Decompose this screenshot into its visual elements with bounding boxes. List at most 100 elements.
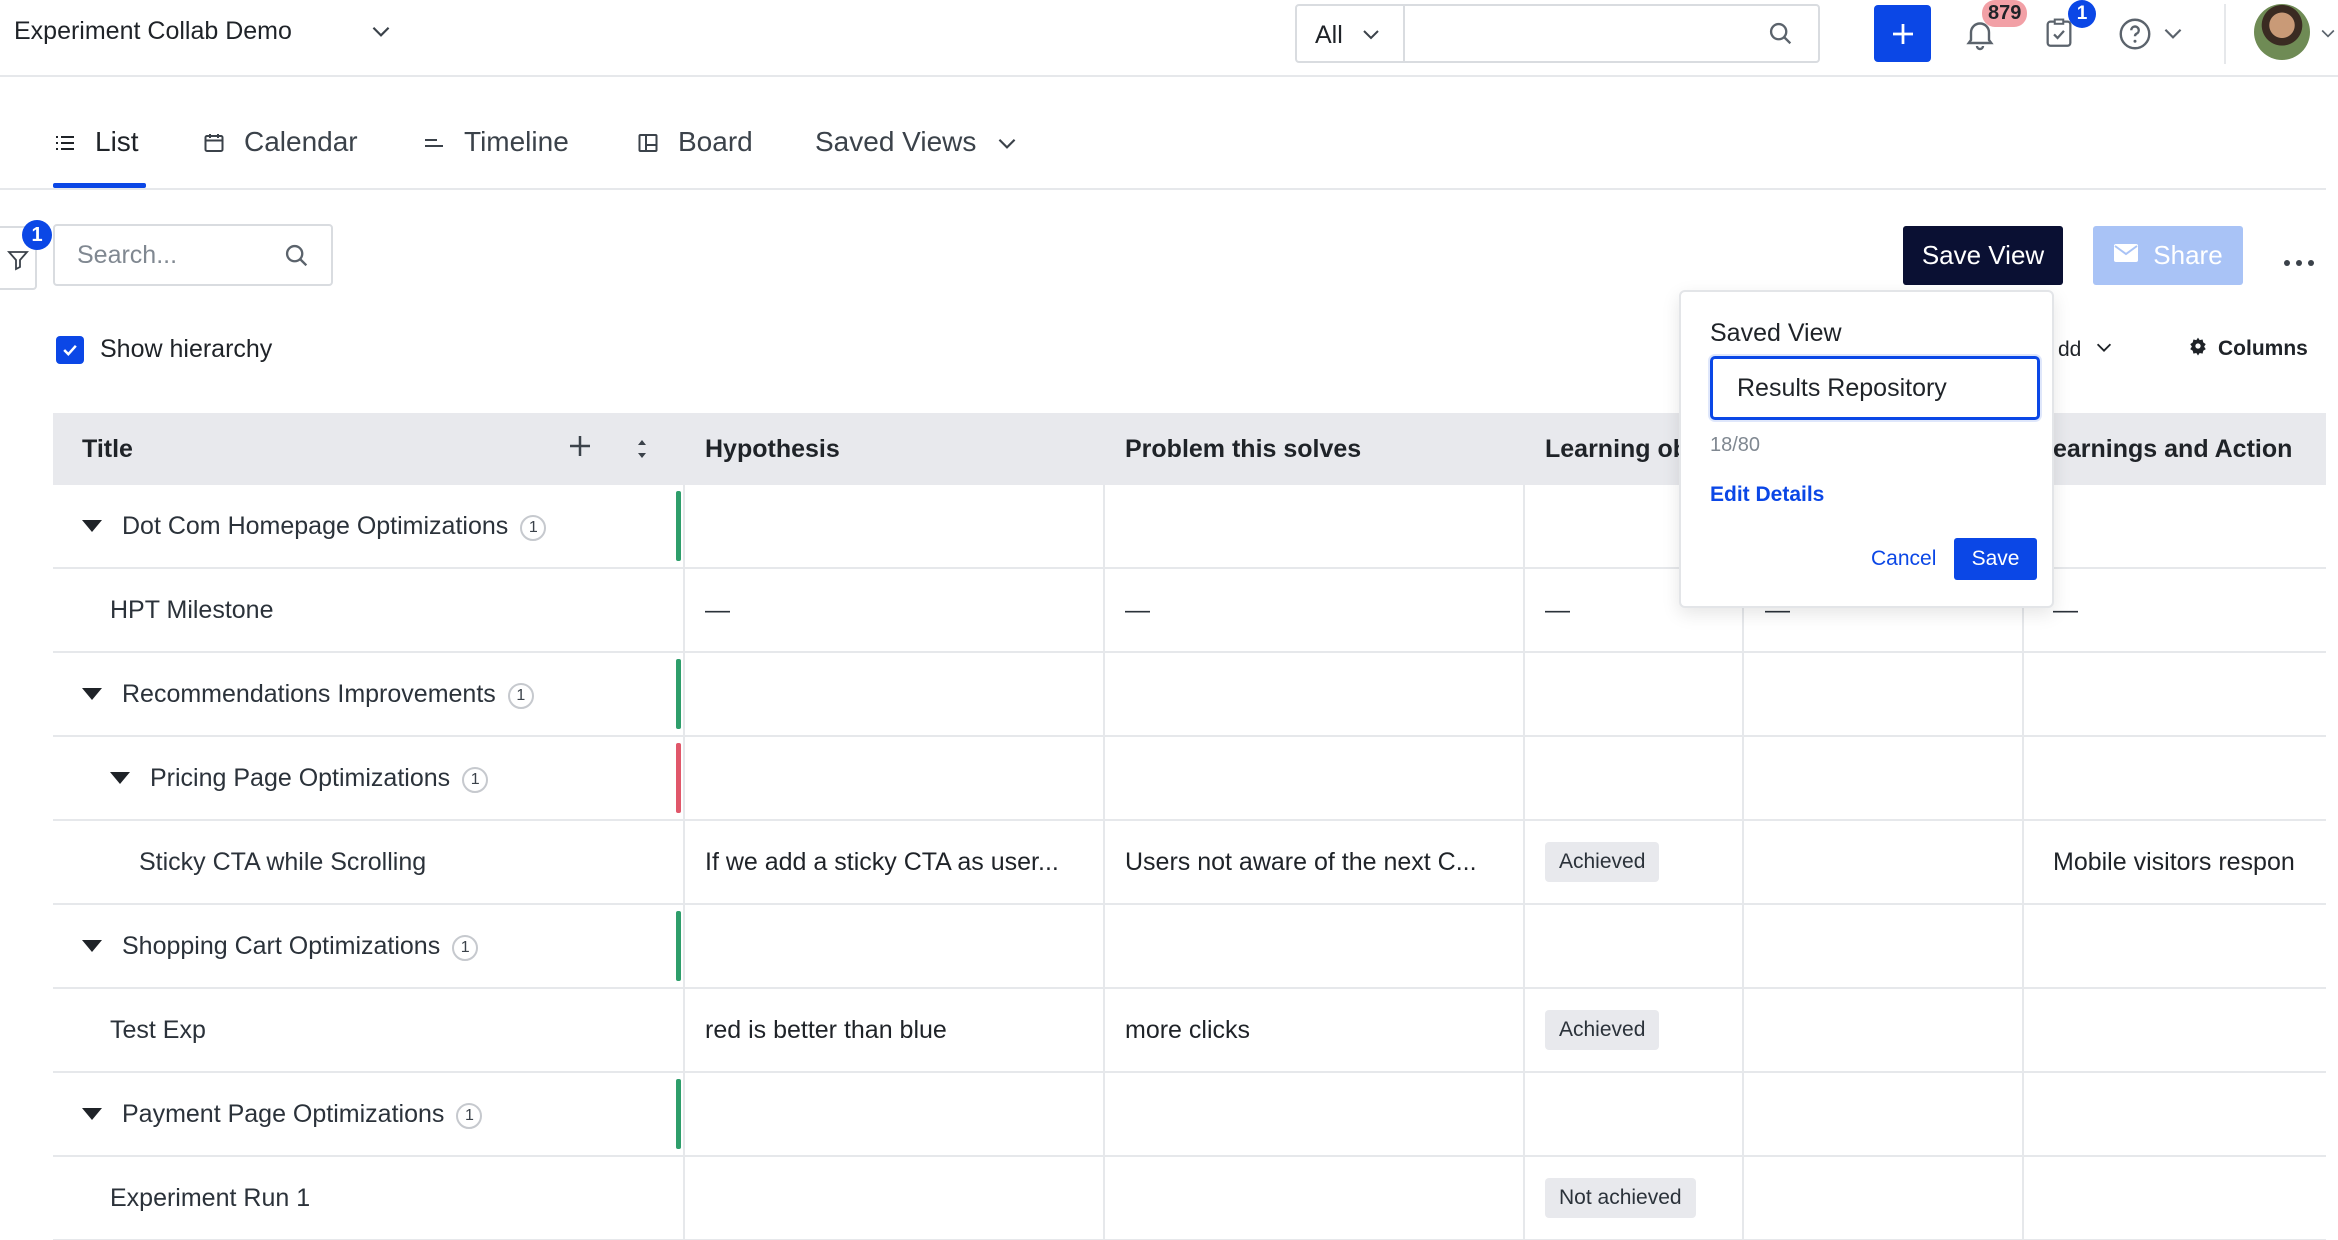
search-icon[interactable]: [283, 242, 311, 277]
add-row-plus-icon[interactable]: [565, 431, 595, 468]
show-hierarchy-checkbox[interactable]: [56, 335, 84, 364]
divider: [2224, 4, 2226, 64]
gear-icon: [2188, 336, 2208, 362]
share-button[interactable]: Share: [2093, 226, 2243, 285]
column-header-title[interactable]: Title: [82, 435, 133, 464]
popover-title: Saved View: [1710, 319, 1842, 347]
title-cell[interactable]: Dot Com Homepage Optimizations 1: [82, 485, 547, 567]
hypothesis-cell[interactable]: red is better than blue: [705, 989, 1105, 1071]
tab-calendar[interactable]: Calendar: [202, 126, 358, 186]
avatar-chevron-down-icon[interactable]: [2318, 20, 2338, 53]
learning-cell[interactable]: Not achieved: [1545, 1157, 1745, 1239]
column-header-learnings-action[interactable]: earnings and Action: [2053, 435, 2292, 464]
row-title[interactable]: Shopping Cart Optimizations: [122, 932, 440, 961]
row-title[interactable]: HPT Milestone: [110, 596, 274, 625]
column-header-problem[interactable]: Problem this solves: [1125, 435, 1361, 464]
active-tab-indicator: [53, 183, 146, 188]
tab-list[interactable]: List: [53, 126, 139, 186]
cancel-button[interactable]: Cancel: [1871, 547, 1936, 571]
table-row[interactable]: Test Exp red is better than blue more clic…: [53, 989, 2326, 1073]
title-cell[interactable]: Sticky CTA while Scrolling: [139, 821, 426, 903]
list-icon: [53, 130, 77, 162]
row-title[interactable]: Dot Com Homepage Optimizations: [122, 512, 508, 541]
problem-cell[interactable]: Users not aware of the next C...: [1125, 821, 1525, 903]
project-name[interactable]: Experiment Collab Demo: [14, 17, 292, 46]
table-row[interactable]: Experiment Run 1 Not achieved: [53, 1157, 2326, 1240]
edit-details-link[interactable]: Edit Details: [1710, 483, 1824, 507]
filter-icon: [6, 248, 30, 279]
columns-button[interactable]: Columns: [2188, 336, 2308, 362]
project-chevron-down-icon[interactable]: [368, 18, 394, 51]
title-cell[interactable]: Experiment Run 1: [110, 1157, 310, 1239]
user-avatar[interactable]: [2254, 4, 2310, 60]
list-search-input[interactable]: [77, 238, 277, 272]
tab-timeline[interactable]: Timeline: [422, 126, 569, 186]
table-row[interactable]: Recommendations Improvements 1: [53, 653, 2326, 737]
plus-icon: [1892, 23, 1913, 44]
tab-label: Saved Views: [815, 126, 977, 157]
help-icon[interactable]: [2117, 16, 2153, 59]
global-search-input[interactable]: [1417, 16, 1747, 52]
learnings-action-cell[interactable]: —: [2053, 569, 2326, 651]
expand-caret-icon[interactable]: [110, 772, 130, 784]
help-chevron-down-icon[interactable]: [2160, 20, 2186, 53]
scope-select[interactable]: All: [1297, 6, 1405, 61]
status-color-bar: [676, 659, 681, 729]
board-icon: [636, 130, 660, 162]
save-view-button[interactable]: Save View: [1903, 226, 2063, 285]
search-icon[interactable]: [1767, 20, 1795, 55]
table-row[interactable]: Payment Page Optimizations 1: [53, 1073, 2326, 1157]
row-title[interactable]: Experiment Run 1: [110, 1184, 310, 1213]
learning-cell[interactable]: Achieved: [1545, 989, 1745, 1071]
title-cell[interactable]: Test Exp: [110, 989, 206, 1071]
table-row[interactable]: Shopping Cart Optimizations 1: [53, 905, 2326, 989]
learnings-action-cell[interactable]: Mobile visitors respon: [2053, 821, 2326, 903]
expand-caret-icon[interactable]: [82, 1108, 102, 1120]
expand-caret-icon[interactable]: [82, 520, 102, 532]
chevron-down-icon: [1359, 22, 1383, 53]
table-row[interactable]: Pricing Page Optimizations 1: [53, 737, 2326, 821]
empty-value-dash: —: [1545, 595, 1570, 624]
expand-caret-icon[interactable]: [82, 688, 102, 700]
table-row[interactable]: Sticky CTA while Scrolling If we add a st…: [53, 821, 2326, 905]
add-field-dropdown[interactable]: dd: [2058, 336, 2115, 364]
column-divider: [1523, 485, 1525, 1240]
expand-caret-icon[interactable]: [82, 940, 102, 952]
hypothesis-cell[interactable]: If we add a sticky CTA as user...: [705, 821, 1105, 903]
more-options-icon[interactable]: [2282, 246, 2316, 275]
tasks-count-badge: 1: [2068, 0, 2096, 28]
title-cell[interactable]: Payment Page Optimizations 1: [82, 1073, 483, 1155]
title-cell[interactable]: Pricing Page Optimizations 1: [110, 737, 489, 819]
title-cell[interactable]: Shopping Cart Optimizations 1: [82, 905, 479, 987]
row-title[interactable]: Payment Page Optimizations: [122, 1100, 444, 1129]
column-header-learning[interactable]: Learning ob: [1545, 435, 1688, 464]
column-divider: [1103, 485, 1105, 1240]
scope-label: All: [1315, 21, 1343, 49]
cell-text: red is better than blue: [705, 1015, 947, 1044]
row-title[interactable]: Test Exp: [110, 1016, 206, 1045]
global-search-box: All: [1295, 4, 1820, 63]
child-count-badge: 1: [462, 767, 489, 793]
column-header-hypothesis[interactable]: Hypothesis: [705, 435, 840, 464]
title-cell[interactable]: HPT Milestone: [110, 569, 274, 651]
problem-cell[interactable]: more clicks: [1125, 989, 1525, 1071]
tab-saved-views[interactable]: Saved Views: [815, 126, 1020, 186]
hypothesis-cell[interactable]: —: [705, 569, 1105, 651]
learning-cell[interactable]: Achieved: [1545, 821, 1745, 903]
save-button[interactable]: Save: [1954, 538, 2037, 580]
saved-view-name-input[interactable]: [1710, 356, 2040, 420]
row-title[interactable]: Sticky CTA while Scrolling: [139, 848, 426, 877]
calendar-icon: [202, 130, 226, 162]
columns-label: Columns: [2218, 337, 2308, 360]
problem-cell[interactable]: —: [1125, 569, 1525, 651]
tab-board[interactable]: Board: [636, 126, 753, 186]
sort-icon[interactable]: [635, 437, 649, 468]
show-hierarchy-toggle[interactable]: Show hierarchy: [56, 335, 272, 364]
row-title[interactable]: Recommendations Improvements: [122, 680, 496, 709]
row-title[interactable]: Pricing Page Optimizations: [150, 764, 450, 793]
title-cell[interactable]: Recommendations Improvements 1: [82, 653, 534, 735]
mail-icon: [2113, 226, 2139, 285]
child-count-badge: 1: [456, 1103, 483, 1129]
child-count-badge: 1: [507, 683, 534, 709]
create-button[interactable]: [1874, 5, 1931, 62]
